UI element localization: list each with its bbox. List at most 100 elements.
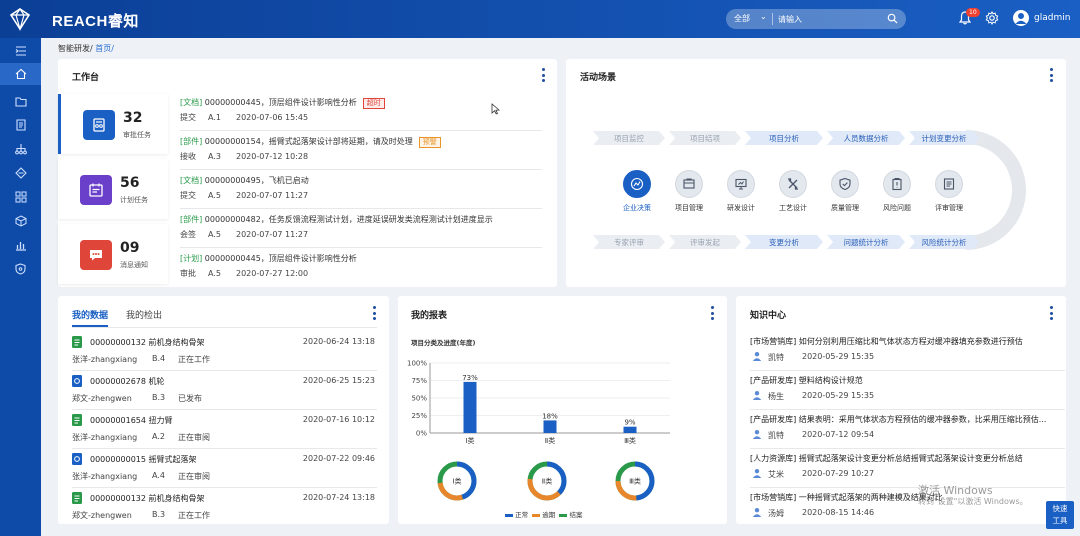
data-name[interactable]: 00000000132 前机身结构骨架 <box>90 337 205 348</box>
scene-review-management[interactable]: 评审管理 <box>929 170 969 213</box>
flow-step[interactable]: 风险统计分析 <box>909 235 979 249</box>
data-label: 73% <box>462 374 478 382</box>
stat-approval[interactable]: 32 审批任务 <box>58 94 168 154</box>
task-tag: [文档] <box>180 98 203 107</box>
user-name[interactable]: gladmin <box>1034 13 1070 23</box>
search-scope[interactable]: 全部 <box>734 13 750 24</box>
task-flag-overdue: 超时 <box>362 98 385 109</box>
bar <box>463 381 477 433</box>
scene-enterprise-decision[interactable]: 企业决策 <box>617 170 657 213</box>
table-row[interactable]: 00000001654 扭力臂 2020-07-16 10:12 张洋-zhan… <box>72 410 377 449</box>
table-row[interactable]: 00000000132 前机身结构骨架 2020-07-24 13:18 郑文-… <box>72 488 377 527</box>
more-icon[interactable] <box>710 306 714 320</box>
task-item[interactable]: [文档] 00000000495，飞机已启动 提交 A.5 2020-07-07 1… <box>180 172 542 209</box>
task-title[interactable]: 00000000154，摇臂式起落架设计部将延期，请及时处理 <box>205 137 413 146</box>
list-item[interactable]: [产品研发库] 结果表明：采用气体状态方程预估的缓冲器参数，比采用压缩比预估..… <box>750 410 1065 449</box>
chevron-down-icon[interactable]: ⌄ <box>760 12 767 21</box>
task-item[interactable]: [文档] 00000000445，顶层组件设计影响性分析 超时 提交 A.1 2020… <box>180 94 542 131</box>
knowledge-text[interactable]: [产品研发库] 结果表明：采用气体状态方程预估的缓冲器参数，比采用压缩比预估..… <box>750 414 1065 425</box>
task-item[interactable]: [部件] 00000000482，任务反馈流程测试计划，进度延误研发类流程测试计… <box>180 211 542 248</box>
data-name[interactable]: 00000000132 前机身结构骨架 <box>90 493 205 504</box>
flow-step[interactable]: 问题统计分析 <box>827 235 905 249</box>
person-icon <box>752 391 762 400</box>
notification-badge: 10 <box>966 8 980 17</box>
notification-button[interactable]: 10 <box>958 8 980 27</box>
breadcrumb-root[interactable]: 智能研发/ <box>58 44 93 53</box>
table-row[interactable]: 00000000015 摇臂式起落架 2020-07-22 09:46 张洋-z… <box>72 449 377 488</box>
flow-step[interactable]: 变更分析 <box>745 235 823 249</box>
task-item[interactable]: [部件] 00000000154，摇臂式起落架设计部将延期，请及时处理 预警 接收… <box>180 133 542 170</box>
knowledge-text[interactable]: [市场营销库] 如何分别利用压缩比和气体状态方程对缓冲器填充参数进行预估 <box>750 336 1065 347</box>
sidebar-item-hierarchy[interactable] <box>0 138 41 160</box>
more-icon[interactable] <box>1049 68 1053 82</box>
flow-arc <box>966 130 1026 250</box>
knowledge-date: 2020-07-12 09:54 <box>802 430 875 439</box>
flow-step[interactable]: 评审发起 <box>669 235 741 249</box>
link-icon <box>14 167 27 179</box>
flow-step[interactable]: 项目结项 <box>669 131 741 145</box>
flow-step[interactable]: 人员数据分析 <box>827 131 905 145</box>
sidebar-item-cube[interactable] <box>0 210 41 232</box>
quick-tool-button[interactable]: 快速 工具 <box>1046 501 1074 529</box>
list-item[interactable]: [市场营销库] 一种摇臂式起落架的两种建模及结果对比 汤姆 2020-08-15… <box>750 488 1065 527</box>
clipboard-alert-icon <box>883 170 911 198</box>
sidebar-item-security[interactable] <box>0 258 41 280</box>
stat-plan[interactable]: 56 计划任务 <box>58 159 168 219</box>
scene-risk-issue[interactable]: 风险问题 <box>877 170 917 213</box>
sidebar-item-home[interactable] <box>0 63 41 85</box>
more-icon[interactable] <box>1049 306 1053 320</box>
sidebar-toggle[interactable] <box>0 40 41 62</box>
sidebar-item-folder[interactable] <box>0 90 41 112</box>
data-name[interactable]: 00000000015 摇臂式起落架 <box>90 454 197 465</box>
task-title[interactable]: 00000000482，任务反馈流程测试计划，进度延误研发类流程测试计划进度显示 <box>205 215 493 224</box>
task-title[interactable]: 00000000495，飞机已启动 <box>205 176 309 185</box>
list-item[interactable]: [产品研发库] 塑料结构设计规范 杨生 2020-05-29 15:35 <box>750 371 1065 410</box>
flow-step[interactable]: 专家评审 <box>593 235 665 249</box>
user-avatar[interactable] <box>1013 10 1029 26</box>
donut-chart-2: Ⅱ类 <box>527 461 567 501</box>
data-status: 正在工作 <box>178 511 210 520</box>
flow-step[interactable]: 计划变更分析 <box>909 131 979 145</box>
list-item[interactable]: [市场营销库] 如何分别利用压缩比和气体状态方程对缓冲器填充参数进行预估 凯特 … <box>750 332 1065 371</box>
tab-my-checkout[interactable]: 我的检出 <box>126 308 162 321</box>
scene-rd-design[interactable]: 研发设计 <box>721 170 761 213</box>
gear-icon[interactable] <box>985 11 999 25</box>
sidebar-item-link[interactable] <box>0 162 41 184</box>
scene-quality-management[interactable]: 质量管理 <box>825 170 865 213</box>
task-item[interactable]: [计划] 00000000445，顶层组件设计影响性分析 审批 A.5 2020-0… <box>180 250 542 287</box>
flow-step[interactable]: 项目监控 <box>593 131 665 145</box>
task-tag: [部件] <box>180 215 203 224</box>
table-row[interactable]: 00000002678 机轮 2020-06-25 15:23 郑文-zheng… <box>72 371 377 410</box>
knowledge-text[interactable]: [产品研发库] 塑料结构设计规范 <box>750 375 1065 386</box>
task-title[interactable]: 00000000445，顶层组件设计影响性分析 <box>205 254 357 263</box>
task-title[interactable]: 00000000445，顶层组件设计影响性分析 <box>205 98 357 107</box>
stat-label: 消息通知 <box>120 261 148 269</box>
scene-project-management[interactable]: 项目管理 <box>669 170 709 213</box>
task-action: 审批 <box>180 269 196 278</box>
search-icon[interactable] <box>887 13 898 24</box>
sidebar-item-apps[interactable] <box>0 186 41 208</box>
person-icon <box>752 430 762 439</box>
more-icon[interactable] <box>541 68 545 82</box>
task-time: 2020-07-07 11:27 <box>236 230 309 239</box>
knowledge-date: 2020-08-15 14:46 <box>802 508 875 517</box>
tab-my-data[interactable]: 我的数据 <box>72 308 108 321</box>
part-blue-icon <box>72 375 82 387</box>
more-icon[interactable] <box>372 306 376 320</box>
stat-message[interactable]: 09 消息通知 <box>58 224 168 284</box>
data-name[interactable]: 00000002678 机轮 <box>90 376 165 387</box>
scene-process-design[interactable]: 工艺设计 <box>773 170 813 213</box>
table-row[interactable]: 00000000132 前机身结构骨架 2020-06-24 13:18 张洋-… <box>72 332 377 371</box>
sidebar-item-document[interactable] <box>0 114 41 136</box>
search-box[interactable]: 全部 ⌄ <box>726 9 906 29</box>
flow-step[interactable]: 项目分析 <box>745 131 823 145</box>
workbench-title: 工作台 <box>72 73 100 83</box>
knowledge-date: 2020-05-29 15:35 <box>802 352 875 361</box>
sidebar-item-chart[interactable] <box>0 234 41 256</box>
knowledge-text[interactable]: [人力资源库] 摇臂式起落架设计变更分析总结摇臂式起落架设计变更分析总结 <box>750 453 1065 464</box>
knowledge-author: 凯特 <box>768 431 784 440</box>
data-name[interactable]: 00000001654 扭力臂 <box>90 415 173 426</box>
search-input[interactable] <box>778 12 888 26</box>
breadcrumb-current[interactable]: 首页/ <box>95 44 114 53</box>
list-item[interactable]: [人力资源库] 摇臂式起落架设计变更分析总结摇臂式起落架设计变更分析总结 艾米 … <box>750 449 1065 488</box>
